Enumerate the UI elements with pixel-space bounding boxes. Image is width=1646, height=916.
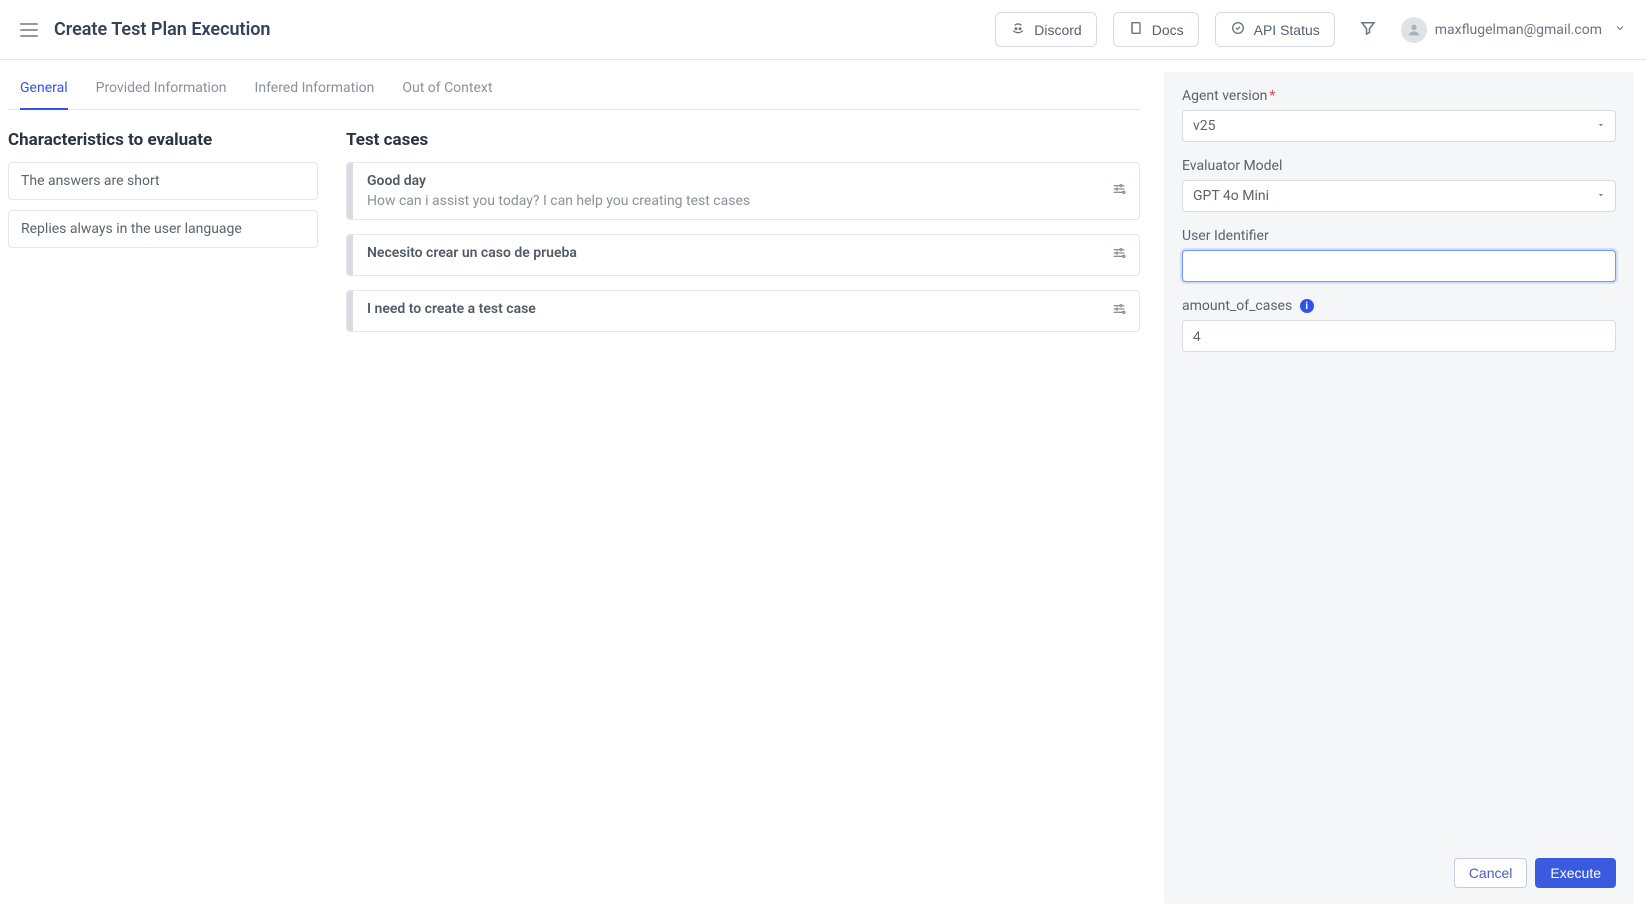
test-case-settings-button[interactable]	[1099, 171, 1139, 211]
label-text: amount_of_cases	[1182, 298, 1292, 314]
filter-button[interactable]	[1351, 13, 1385, 47]
test-case-title: Good day	[367, 173, 1085, 189]
sliders-icon	[1111, 249, 1127, 265]
test-case-settings-button[interactable]	[1099, 235, 1139, 275]
api-status-button[interactable]: API Status	[1215, 12, 1335, 47]
characteristic-text: The answers are short	[21, 173, 160, 189]
menu-toggle-icon[interactable]	[20, 23, 38, 37]
select-value: v25	[1193, 118, 1216, 134]
test-case-item[interactable]: Necesito crear un caso de prueba	[346, 234, 1140, 276]
agent-version-label: Agent version*	[1182, 88, 1616, 104]
tab-general[interactable]: General	[20, 70, 68, 110]
discord-icon	[1010, 20, 1026, 39]
user-email: maxflugelman@gmail.com	[1435, 22, 1602, 38]
label-text: Agent version	[1182, 88, 1267, 104]
page-title: Create Test Plan Execution	[54, 19, 270, 40]
user-identifier-label: User Identifier	[1182, 228, 1616, 244]
button-label: Execute	[1550, 865, 1601, 881]
topbar: Create Test Plan Execution Discord Docs …	[0, 0, 1646, 60]
tab-label: General	[20, 80, 68, 96]
tab-label: Infered Information	[255, 80, 375, 96]
discord-button[interactable]: Discord	[995, 12, 1096, 47]
chevron-down-icon	[1614, 22, 1626, 38]
execute-button[interactable]: Execute	[1535, 858, 1616, 888]
test-case-settings-button[interactable]	[1099, 291, 1139, 331]
caret-down-icon	[1596, 188, 1606, 204]
tab-out-of-context[interactable]: Out of Context	[402, 70, 492, 110]
required-marker: *	[1269, 88, 1275, 104]
test-cases-heading: Test cases	[346, 130, 1140, 150]
evaluator-model-select[interactable]: GPT 4o Mini	[1182, 180, 1616, 212]
evaluator-model-label: Evaluator Model	[1182, 158, 1616, 174]
info-icon[interactable]: i	[1300, 299, 1314, 313]
button-label: Cancel	[1469, 865, 1513, 881]
sliders-icon	[1111, 305, 1127, 321]
api-status-label: API Status	[1254, 22, 1320, 38]
tab-provided-information[interactable]: Provided Information	[96, 70, 227, 110]
characteristic-item[interactable]: The answers are short	[8, 162, 318, 200]
agent-version-select[interactable]: v25	[1182, 110, 1616, 142]
user-identifier-input[interactable]	[1182, 250, 1616, 282]
test-case-subtitle: How can i assist you today? I can help y…	[367, 193, 1085, 209]
amount-of-cases-label: amount_of_cases i	[1182, 298, 1616, 314]
test-case-title: I need to create a test case	[367, 301, 1085, 317]
characteristics-column: Characteristics to evaluate The answers …	[8, 130, 318, 346]
amount-of-cases-input[interactable]	[1182, 320, 1616, 352]
docs-button[interactable]: Docs	[1113, 12, 1199, 47]
user-menu[interactable]: maxflugelman@gmail.com	[1401, 17, 1626, 43]
test-case-item[interactable]: Good day How can i assist you today? I c…	[346, 162, 1140, 220]
book-icon	[1128, 20, 1144, 39]
test-cases-column: Test cases Good day How can i assist you…	[346, 130, 1140, 346]
tab-label: Provided Information	[96, 80, 227, 96]
filter-icon	[1359, 19, 1377, 41]
discord-label: Discord	[1034, 22, 1081, 38]
characteristics-heading: Characteristics to evaluate	[8, 130, 318, 150]
characteristic-item[interactable]: Replies always in the user language	[8, 210, 318, 248]
main-content: General Provided Information Infered Inf…	[0, 60, 1164, 916]
tab-infered-information[interactable]: Infered Information	[255, 70, 375, 110]
cancel-button[interactable]: Cancel	[1454, 858, 1528, 888]
check-badge-icon	[1230, 20, 1246, 39]
sliders-icon	[1111, 185, 1127, 201]
tab-bar: General Provided Information Infered Inf…	[8, 70, 1140, 110]
characteristic-text: Replies always in the user language	[21, 221, 242, 237]
execution-panel: Agent version* v25 Evaluator Model GPT 4…	[1164, 72, 1634, 904]
test-case-title: Necesito crear un caso de prueba	[367, 245, 1085, 261]
caret-down-icon	[1596, 118, 1606, 134]
select-value: GPT 4o Mini	[1193, 188, 1269, 204]
tab-label: Out of Context	[402, 80, 492, 96]
test-case-item[interactable]: I need to create a test case	[346, 290, 1140, 332]
avatar-icon	[1401, 17, 1427, 43]
docs-label: Docs	[1152, 22, 1184, 38]
